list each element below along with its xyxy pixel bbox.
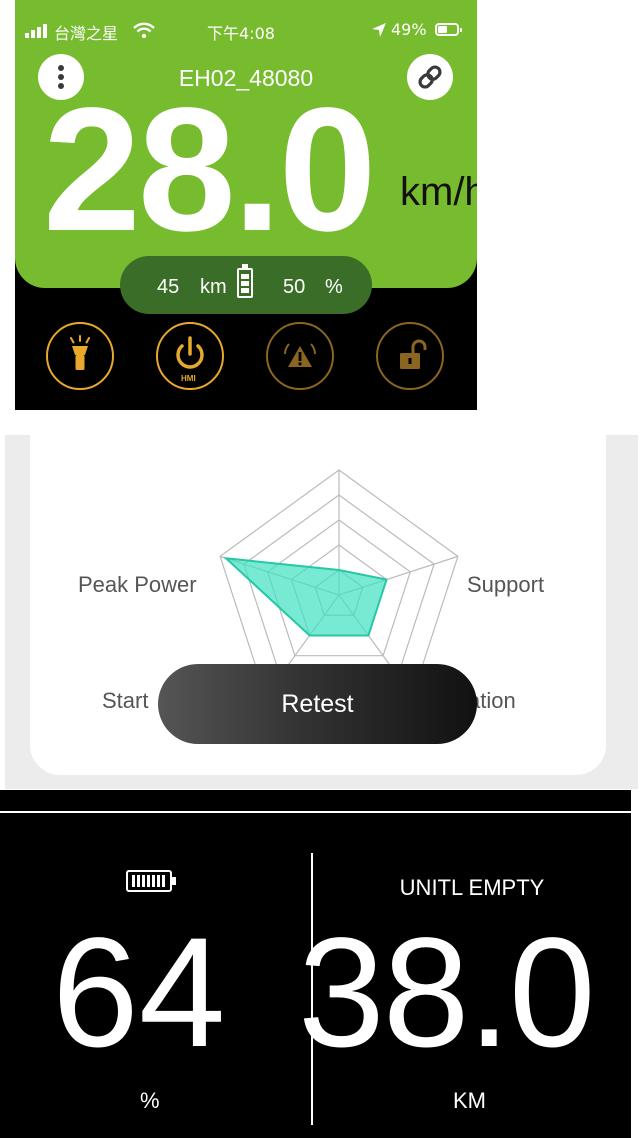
axis-label-start: Start (102, 688, 149, 713)
battery-percent-unit: % (140, 1088, 160, 1113)
top-divider (0, 811, 631, 813)
battery-percent-value: 64 (52, 906, 226, 1080)
range-title: UNITL EMPTY (399, 875, 545, 900)
axis-label-support: Support (467, 572, 545, 597)
retest-button[interactable]: Retest (158, 664, 477, 744)
range-km-unit: KM (453, 1088, 486, 1113)
axis-label-peak-power: Peak Power (78, 572, 197, 597)
range-km-value: 38.0 (298, 906, 596, 1080)
dashboard-display: UNITL EMPTY 64 38.0 % KM (0, 790, 631, 1138)
radar-data-polygon (223, 556, 388, 637)
battery-full-icon (126, 870, 176, 892)
